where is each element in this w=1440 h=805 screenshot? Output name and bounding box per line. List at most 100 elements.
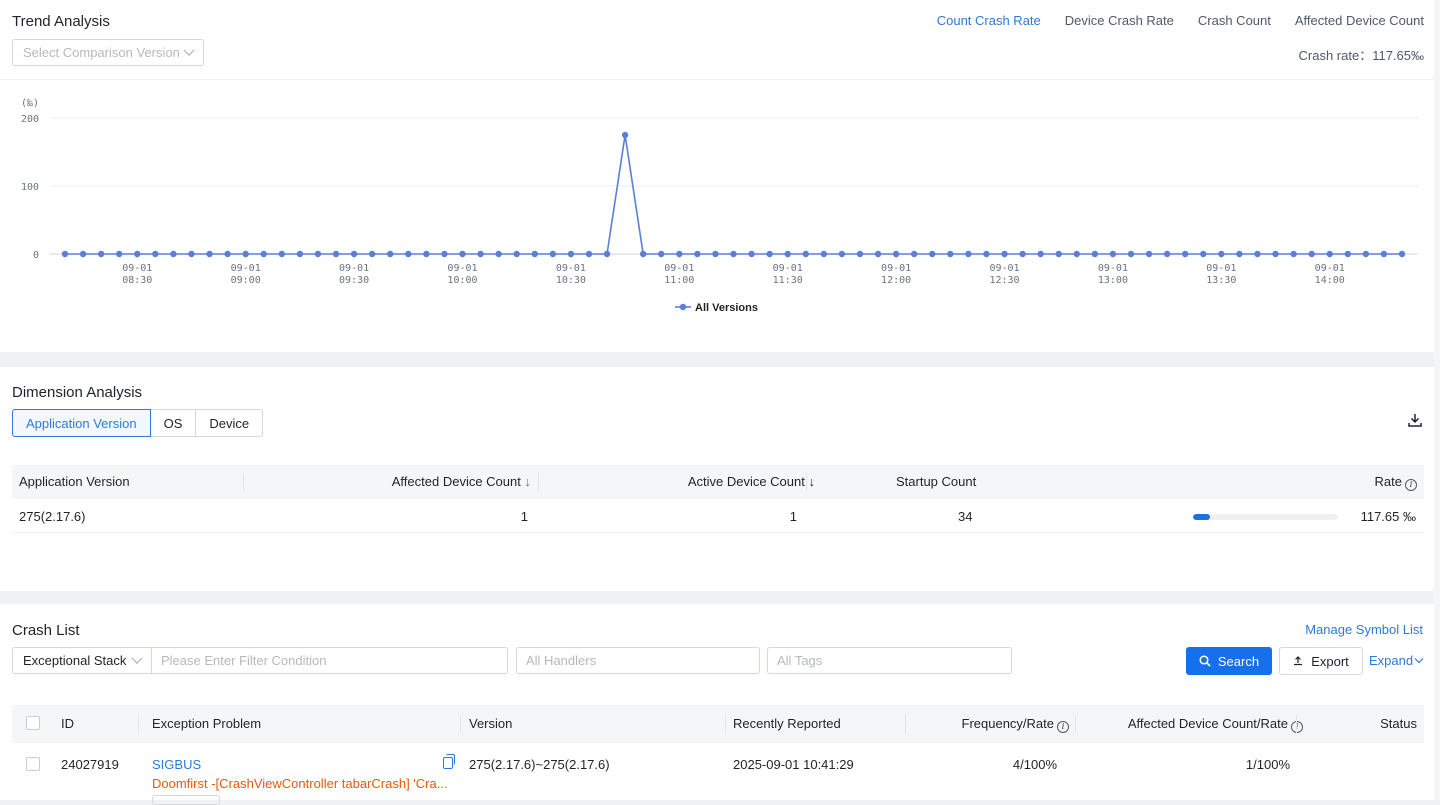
info-icon[interactable]: i (1057, 721, 1069, 733)
column-divider (1075, 715, 1076, 733)
data-point (676, 250, 683, 258)
data-point (61, 250, 69, 258)
data-point (1145, 250, 1153, 258)
filter-condition-input[interactable]: Please Enter Filter Condition (151, 647, 508, 674)
info-icon[interactable]: i (1291, 721, 1303, 733)
data-point (1218, 250, 1225, 258)
data-point (531, 250, 538, 258)
data-point (1163, 250, 1171, 258)
data-point (820, 250, 828, 258)
data-point (748, 250, 755, 258)
exception-description[interactable]: Doomfirst -[CrashViewController tabarCra… (152, 776, 452, 791)
tag-chip[interactable] (152, 795, 220, 805)
data-point (1091, 250, 1099, 258)
x-tick-label: 09-01 (773, 263, 803, 274)
cell-version-range: 275(2.17.6)~275(2.17.6) (469, 757, 610, 772)
cell-recently-reported: 2025-09-01 10:41:29 (733, 757, 854, 772)
info-icon[interactable]: i (1405, 479, 1417, 491)
data-point (134, 250, 141, 258)
x-tick-label: 09-01 (447, 263, 477, 274)
tab-os[interactable]: OS (149, 409, 197, 437)
copy-icon[interactable] (443, 754, 455, 769)
data-point (1326, 250, 1333, 258)
search-icon (1199, 655, 1211, 667)
crash-rate-summary: Crash rate：117.65‰ (1299, 45, 1425, 64)
crash-rate-label: Crash rate： (1298, 48, 1373, 63)
comparison-version-placeholder: Select Comparison Version (23, 45, 180, 60)
filter-type-select[interactable]: Exceptional Stack (12, 647, 152, 674)
tab-count-crash-rate[interactable]: Count Crash Rate (937, 13, 1041, 28)
col-frequency-rate: Frequency/Rate i (962, 705, 1069, 743)
col-affected-device-rate-label: Affected Device Count/Rate (1127, 716, 1288, 731)
x-tick-label: 08:30 (122, 275, 152, 286)
col-active-device-count[interactable]: Active Device Count ↓ (688, 465, 815, 499)
data-point (929, 250, 936, 258)
tab-affected-device-count[interactable]: Affected Device Count (1295, 13, 1424, 28)
col-affected-device-count-label: Affected Device Count (391, 474, 521, 489)
data-point (495, 250, 502, 258)
data-point (1073, 250, 1080, 258)
data-point (784, 250, 791, 258)
tab-device[interactable]: Device (195, 409, 264, 437)
x-tick-label: 10:30 (556, 275, 586, 286)
sort-arrow-icon: ↓ (808, 474, 816, 489)
data-point (477, 250, 484, 258)
data-point (1380, 250, 1388, 258)
x-tick-label: 12:00 (881, 275, 911, 286)
crash-rate-value: 117.65‰ (1372, 48, 1424, 63)
data-point (368, 250, 376, 258)
x-tick-label: 09-01 (1098, 263, 1128, 274)
row-checkbox[interactable] (26, 757, 40, 771)
data-point (441, 250, 448, 258)
data-point (459, 250, 466, 258)
data-point (874, 250, 882, 258)
data-point (1200, 250, 1207, 258)
x-tick-label: 11:30 (773, 275, 803, 286)
data-point (658, 250, 665, 258)
x-tick-label: 09-01 (664, 263, 694, 274)
page-scrollbar[interactable] (1434, 0, 1440, 800)
data-point (1308, 250, 1315, 258)
exception-type-link[interactable]: SIGBUS (152, 757, 201, 772)
dimension-table-header: Application Version Affected Device Coun… (12, 465, 1424, 499)
cell-id: 24027919 (61, 757, 119, 772)
select-all-checkbox[interactable] (26, 716, 40, 730)
expand-link[interactable]: Expand (1369, 653, 1424, 668)
col-affected-device-rate: Affected Device Count/Rate i (1128, 705, 1303, 743)
x-tick-label: 09-01 (556, 263, 586, 274)
data-point (188, 250, 195, 258)
y-tick-label: 100 (21, 182, 39, 193)
download-icon[interactable] (1407, 412, 1423, 428)
legend-marker-dot (679, 303, 687, 311)
tab-device-crash-rate[interactable]: Device Crash Rate (1065, 13, 1174, 28)
series-line-all-versions (65, 134, 1402, 255)
col-startup-count: Startup Count (896, 474, 977, 489)
data-point (1127, 250, 1135, 258)
tags-select[interactable]: All Tags (767, 647, 1012, 674)
x-tick-label: 11:00 (664, 275, 694, 286)
data-point (405, 250, 412, 258)
data-point (278, 250, 286, 258)
handlers-select[interactable]: All Handlers (516, 647, 760, 674)
tab-crash-count[interactable]: Crash Count (1198, 13, 1271, 28)
col-affected-device-count[interactable]: Affected Device Count ↓ (392, 465, 531, 499)
data-point (314, 250, 322, 258)
cell-version: 275(2.17.6) (19, 509, 86, 524)
trend-line-chart: (‰)010020009-0108:3009-0109:0009-0109:30… (21, 98, 1418, 314)
chevron-down-icon (131, 652, 143, 664)
data-point (1181, 250, 1189, 258)
x-tick-label: 09-01 (1206, 263, 1236, 274)
tab-application-version[interactable]: Application Version (12, 409, 151, 437)
column-divider (806, 473, 807, 491)
export-button[interactable]: Export (1279, 647, 1363, 675)
column-divider (905, 715, 906, 733)
search-button[interactable]: Search (1186, 647, 1272, 675)
manage-symbol-list-link[interactable]: Manage Symbol List (1305, 622, 1423, 637)
comparison-version-select[interactable]: Select Comparison Version (12, 39, 204, 66)
sort-arrow-icon: ↓ (524, 474, 532, 489)
data-point (1001, 250, 1008, 258)
data-point (170, 250, 177, 258)
data-point (585, 250, 593, 258)
cell-rate: 117.65 ‰ (1360, 509, 1416, 524)
data-point (567, 250, 575, 258)
